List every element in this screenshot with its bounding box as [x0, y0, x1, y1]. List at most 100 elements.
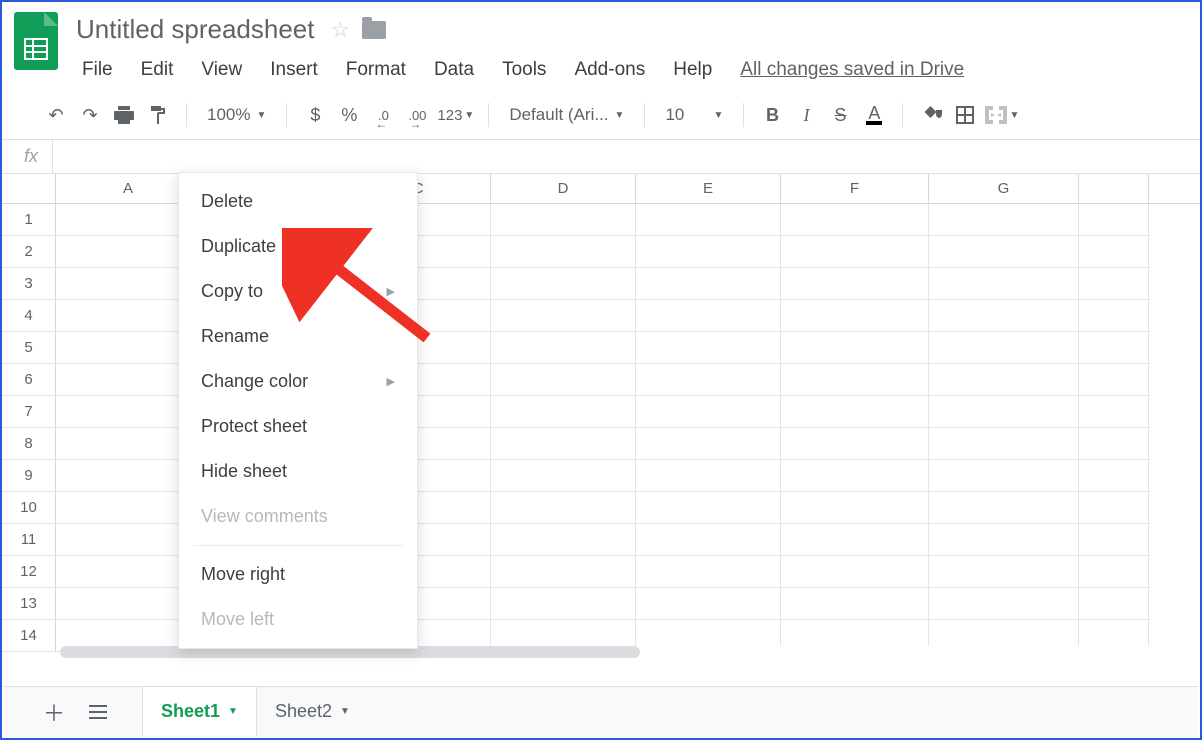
- sheet-tab-sheet1[interactable]: Sheet1▼: [142, 687, 257, 736]
- sheets-logo[interactable]: [14, 12, 58, 70]
- context-menu-change-color[interactable]: Change color▶: [179, 359, 417, 404]
- cell[interactable]: [1079, 428, 1149, 460]
- cell[interactable]: [1079, 588, 1149, 620]
- context-menu-hide-sheet[interactable]: Hide sheet: [179, 449, 417, 494]
- row-header-10[interactable]: 10: [2, 492, 56, 524]
- print-button[interactable]: [110, 101, 138, 129]
- fill-color-button[interactable]: [917, 101, 945, 129]
- add-sheet-button[interactable]: ＋: [34, 692, 74, 732]
- cell[interactable]: [929, 524, 1079, 556]
- cell[interactable]: [1079, 332, 1149, 364]
- drive-status[interactable]: All changes saved in Drive: [730, 55, 974, 85]
- menu-view[interactable]: View: [191, 55, 252, 85]
- cell[interactable]: [781, 428, 929, 460]
- cell[interactable]: [781, 364, 929, 396]
- select-all-corner[interactable]: [2, 174, 56, 203]
- folder-icon[interactable]: [362, 21, 386, 39]
- cell[interactable]: [781, 236, 929, 268]
- text-color-button[interactable]: A: [860, 101, 888, 129]
- context-menu-delete[interactable]: Delete: [179, 179, 417, 224]
- sheet-tab-sheet2[interactable]: Sheet2▼: [257, 687, 368, 736]
- cell[interactable]: [491, 364, 636, 396]
- row-header-8[interactable]: 8: [2, 428, 56, 460]
- cell[interactable]: [636, 332, 781, 364]
- context-menu-protect-sheet[interactable]: Protect sheet: [179, 404, 417, 449]
- cell[interactable]: [491, 204, 636, 236]
- menu-data[interactable]: Data: [424, 55, 484, 85]
- row-header-13[interactable]: 13: [2, 588, 56, 620]
- cell[interactable]: [491, 588, 636, 620]
- strike-button[interactable]: S: [826, 101, 854, 129]
- cell[interactable]: [781, 588, 929, 620]
- font-select[interactable]: Default (Ari... ▼: [503, 105, 630, 125]
- cell[interactable]: [929, 236, 1079, 268]
- cell[interactable]: [636, 460, 781, 492]
- cell[interactable]: [781, 396, 929, 428]
- percent-button[interactable]: %: [335, 101, 363, 129]
- row-header-1[interactable]: 1: [2, 204, 56, 236]
- bold-button[interactable]: B: [758, 101, 786, 129]
- cell[interactable]: [929, 300, 1079, 332]
- zoom-select[interactable]: 100% ▼: [201, 105, 272, 125]
- decrease-decimal-button[interactable]: .0←: [369, 101, 397, 129]
- row-header-11[interactable]: 11: [2, 524, 56, 556]
- redo-button[interactable]: ↷: [76, 101, 104, 129]
- column-header-F[interactable]: F: [781, 174, 929, 203]
- cell[interactable]: [1079, 364, 1149, 396]
- cell[interactable]: [929, 396, 1079, 428]
- context-menu-rename[interactable]: Rename: [179, 314, 417, 359]
- cell[interactable]: [1079, 492, 1149, 524]
- cell[interactable]: [636, 236, 781, 268]
- column-header-D[interactable]: D: [491, 174, 636, 203]
- cell[interactable]: [636, 428, 781, 460]
- menu-add-ons[interactable]: Add-ons: [564, 55, 655, 85]
- context-menu-copy-to[interactable]: Copy to▶: [179, 269, 417, 314]
- italic-button[interactable]: I: [792, 101, 820, 129]
- menu-help[interactable]: Help: [663, 55, 722, 85]
- cell[interactable]: [1079, 556, 1149, 588]
- cell[interactable]: [929, 588, 1079, 620]
- cell[interactable]: [636, 492, 781, 524]
- row-header-2[interactable]: 2: [2, 236, 56, 268]
- cell[interactable]: [781, 204, 929, 236]
- cell[interactable]: [781, 300, 929, 332]
- cell[interactable]: [929, 492, 1079, 524]
- cell[interactable]: [781, 460, 929, 492]
- menu-tools[interactable]: Tools: [492, 55, 556, 85]
- cell[interactable]: [491, 236, 636, 268]
- cell[interactable]: [929, 460, 1079, 492]
- document-title[interactable]: Untitled spreadsheet: [72, 12, 318, 47]
- cell[interactable]: [491, 492, 636, 524]
- number-format-select[interactable]: 123▼: [437, 101, 474, 129]
- column-header-G[interactable]: G: [929, 174, 1079, 203]
- cell[interactable]: [491, 300, 636, 332]
- undo-button[interactable]: ↶: [42, 101, 70, 129]
- cell[interactable]: [636, 588, 781, 620]
- cell[interactable]: [636, 204, 781, 236]
- menu-file[interactable]: File: [72, 55, 123, 85]
- star-icon[interactable]: ☆: [330, 17, 350, 43]
- context-menu-duplicate[interactable]: Duplicate: [179, 224, 417, 269]
- menu-format[interactable]: Format: [336, 55, 416, 85]
- cell[interactable]: [636, 524, 781, 556]
- row-header-14[interactable]: 14: [2, 620, 56, 652]
- borders-button[interactable]: [951, 101, 979, 129]
- cell[interactable]: [491, 524, 636, 556]
- menu-edit[interactable]: Edit: [131, 55, 184, 85]
- menu-insert[interactable]: Insert: [260, 55, 328, 85]
- cell[interactable]: [491, 460, 636, 492]
- increase-decimal-button[interactable]: .00→: [403, 101, 431, 129]
- cell[interactable]: [929, 268, 1079, 300]
- cell[interactable]: [1079, 396, 1149, 428]
- cell[interactable]: [1079, 524, 1149, 556]
- cell[interactable]: [636, 364, 781, 396]
- paint-format-button[interactable]: [144, 101, 172, 129]
- cell[interactable]: [491, 556, 636, 588]
- cell[interactable]: [781, 268, 929, 300]
- cell[interactable]: [1079, 236, 1149, 268]
- cell[interactable]: [1079, 460, 1149, 492]
- cell[interactable]: [929, 204, 1079, 236]
- cell[interactable]: [781, 332, 929, 364]
- cell[interactable]: [491, 396, 636, 428]
- row-header-6[interactable]: 6: [2, 364, 56, 396]
